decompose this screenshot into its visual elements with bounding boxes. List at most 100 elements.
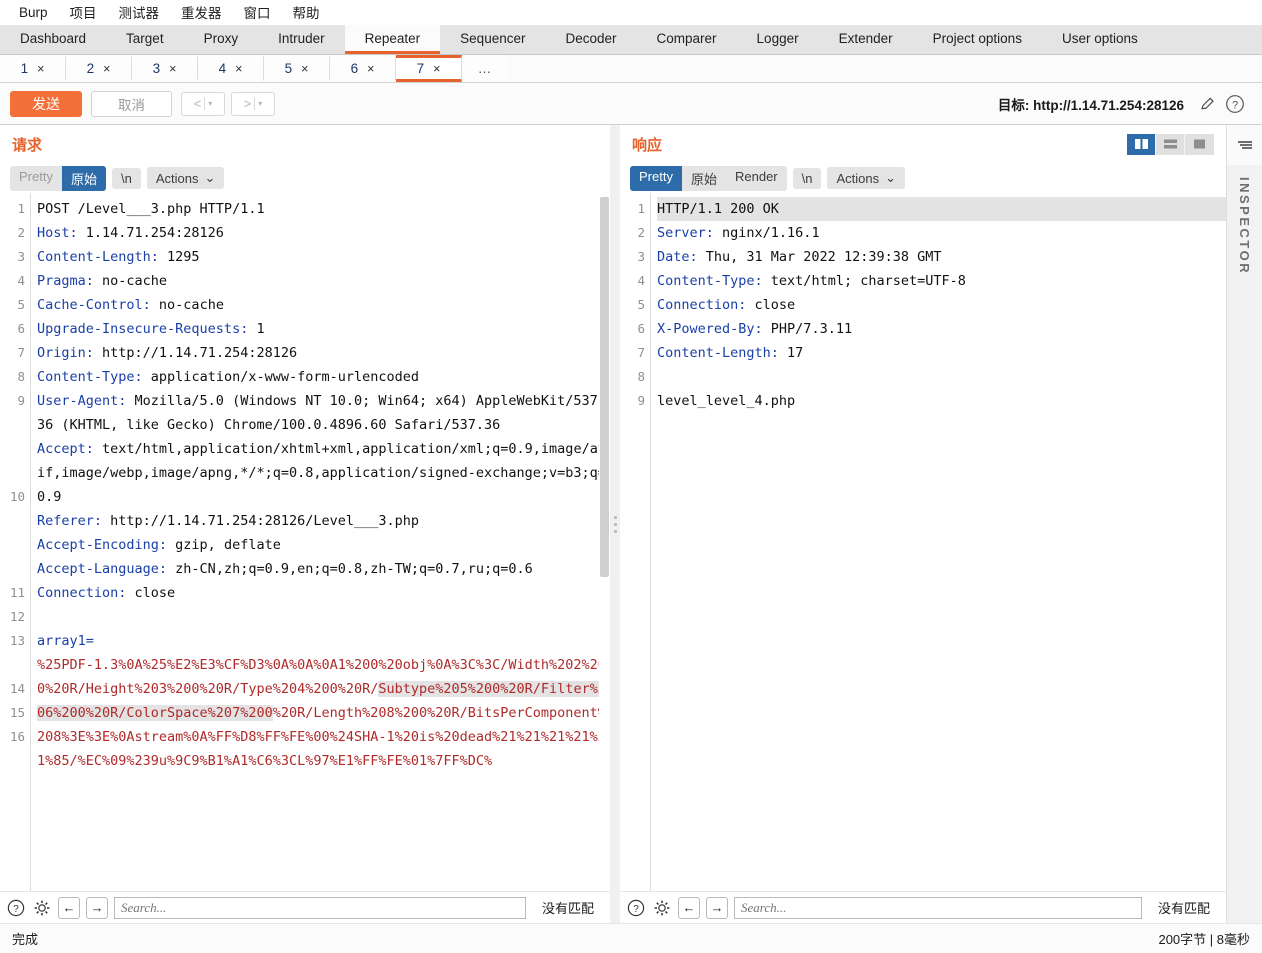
request-find-help-button[interactable]: ? [6,898,26,918]
repeater-tab-5[interactable]: 5 × [264,55,330,82]
layout-single-button[interactable] [1185,134,1214,155]
close-icon[interactable]: × [169,62,176,76]
repeater-tab-2[interactable]: 2 × [66,55,132,82]
header-value: close [126,585,175,601]
request-newline-toggle[interactable]: \n [112,168,141,189]
tab-repeater[interactable]: Repeater [345,25,441,54]
scrollbar-thumb[interactable] [600,197,609,577]
tab-dashboard[interactable]: Dashboard [0,25,106,54]
editors-area: 请求 Pretty 原始 \n Actions ⌄ 1 2 3 4 [0,125,1262,923]
request-code[interactable]: POST /Level___3.php HTTP/1.1Host: 1.14.7… [30,193,610,891]
response-title: 响应 [632,134,662,155]
line-number: 3 [620,245,645,269]
chevron-down-icon[interactable]: ▾ [258,99,262,108]
response-mode-row: Pretty 原始 Render \n Actions ⌄ [620,163,1226,193]
inspector-toggle-button[interactable] [1227,125,1262,165]
layout-stacked-button[interactable] [1156,134,1185,155]
response-mode-raw[interactable]: 原始 [682,166,726,191]
line-number: 9 [620,389,645,413]
line-number: 12 [0,605,25,629]
send-button[interactable]: 发送 [10,91,82,117]
response-find-next-button[interactable]: → [706,897,728,919]
close-icon[interactable]: × [235,62,242,76]
menu-window[interactable]: 窗口 [233,0,282,24]
back-button[interactable]: < ▾ [181,92,225,116]
header-name: Referer: [37,513,102,529]
cancel-button[interactable]: 取消 [91,91,172,117]
tab-target[interactable]: Target [106,25,184,54]
tab-intruder[interactable]: Intruder [258,25,345,54]
code-line: Content-Type: text/html; charset=UTF-8 [657,269,1226,293]
repeater-tab-6[interactable]: 6 × [330,55,396,82]
request-find-prev-button[interactable]: ← [58,897,80,919]
menu-help[interactable]: 帮助 [282,0,331,24]
pane-splitter[interactable] [610,125,620,923]
response-mode-pretty[interactable]: Pretty [630,166,682,191]
response-mode-render[interactable]: Render [726,166,787,191]
request-search-input[interactable] [114,897,526,919]
code-line: array1= [37,629,610,653]
request-mode-raw[interactable]: 原始 [62,166,106,191]
tab-decoder[interactable]: Decoder [545,25,636,54]
tab-user-options[interactable]: User options [1042,25,1158,54]
menu-project[interactable]: 项目 [59,0,108,24]
code-line: Date: Thu, 31 Mar 2022 12:39:38 GMT [657,245,1226,269]
response-find-bar: ? ← → 没有 [620,891,1226,923]
inspector-label: INSPECTOR [1237,177,1252,275]
request-find-next-button[interactable]: → [86,897,108,919]
forward-button[interactable]: > ▾ [231,92,275,116]
close-icon[interactable]: × [433,62,440,76]
line-number: 5 [620,293,645,317]
request-vertical-scrollbar[interactable] [599,193,610,891]
line-number: 16 [0,725,25,749]
chevron-down-icon[interactable]: ▾ [208,99,212,108]
response-code[interactable]: HTTP/1.1 200 OKServer: nginx/1.16.1Date:… [650,193,1226,891]
edit-target-button[interactable] [1196,93,1218,115]
request-actions-label: Actions [156,171,199,186]
target-help-button[interactable]: ? [1224,93,1246,115]
help-icon: ? [7,899,25,917]
repeater-tab-3[interactable]: 3 × [132,55,198,82]
response-find-help-button[interactable]: ? [626,898,646,918]
header-value: 1295 [159,249,200,265]
close-icon[interactable]: × [103,62,110,76]
pencil-icon [1199,95,1216,112]
tab-extender[interactable]: Extender [819,25,913,54]
menu-repeater[interactable]: 重发器 [170,0,233,24]
inspector-rail[interactable]: INSPECTOR [1226,125,1262,923]
close-icon[interactable]: × [301,62,308,76]
tab-project-options[interactable]: Project options [913,25,1042,54]
response-editor[interactable]: 1 2 3 4 5 6 7 8 9 HTTP/1.1 200 OKServer:… [620,193,1226,891]
repeater-tab-4[interactable]: 4 × [198,55,264,82]
tab-comparer[interactable]: Comparer [637,25,737,54]
request-mode-pretty[interactable]: Pretty [10,166,62,191]
layout-side-by-side-button[interactable] [1127,134,1156,155]
request-match-status: 没有匹配 [532,898,604,917]
response-actions-label: Actions [836,171,879,186]
request-find-settings-button[interactable] [32,898,52,918]
menu-tester[interactable]: 测试器 [108,0,171,24]
response-actions-button[interactable]: Actions ⌄ [827,167,905,189]
response-newline-toggle[interactable]: \n [793,168,822,189]
close-icon[interactable]: × [367,62,374,76]
target-label: 目标: http://1.14.71.254:28126 [998,94,1184,114]
header-name: Origin: [37,345,94,361]
tab-logger[interactable]: Logger [737,25,819,54]
burp-suite-window: Burp 项目 测试器 重发器 窗口 帮助 Dashboard Target P… [0,0,1262,953]
response-find-settings-button[interactable] [652,898,672,918]
repeater-tab-1[interactable]: 1 × [0,55,66,82]
response-search-input[interactable] [734,897,1142,919]
request-actions-button[interactable]: Actions ⌄ [147,167,225,189]
close-icon[interactable]: × [37,62,44,76]
request-editor[interactable]: 1 2 3 4 5 6 7 8 9 10 11 12 13 14 [0,193,610,891]
header-value: http://1.14.71.254:28126 [94,345,297,361]
status-line: HTTP/1.1 200 OK [657,201,779,217]
tab-proxy[interactable]: Proxy [184,25,259,54]
response-find-prev-button[interactable]: ← [678,897,700,919]
menu-burp[interactable]: Burp [8,3,59,22]
header-value: gzip, deflate [167,537,281,553]
response-line-numbers: 1 2 3 4 5 6 7 8 9 [620,193,650,891]
tab-sequencer[interactable]: Sequencer [440,25,545,54]
repeater-tab-overflow[interactable]: … [462,55,508,82]
repeater-tab-7[interactable]: 7 × [396,55,462,82]
